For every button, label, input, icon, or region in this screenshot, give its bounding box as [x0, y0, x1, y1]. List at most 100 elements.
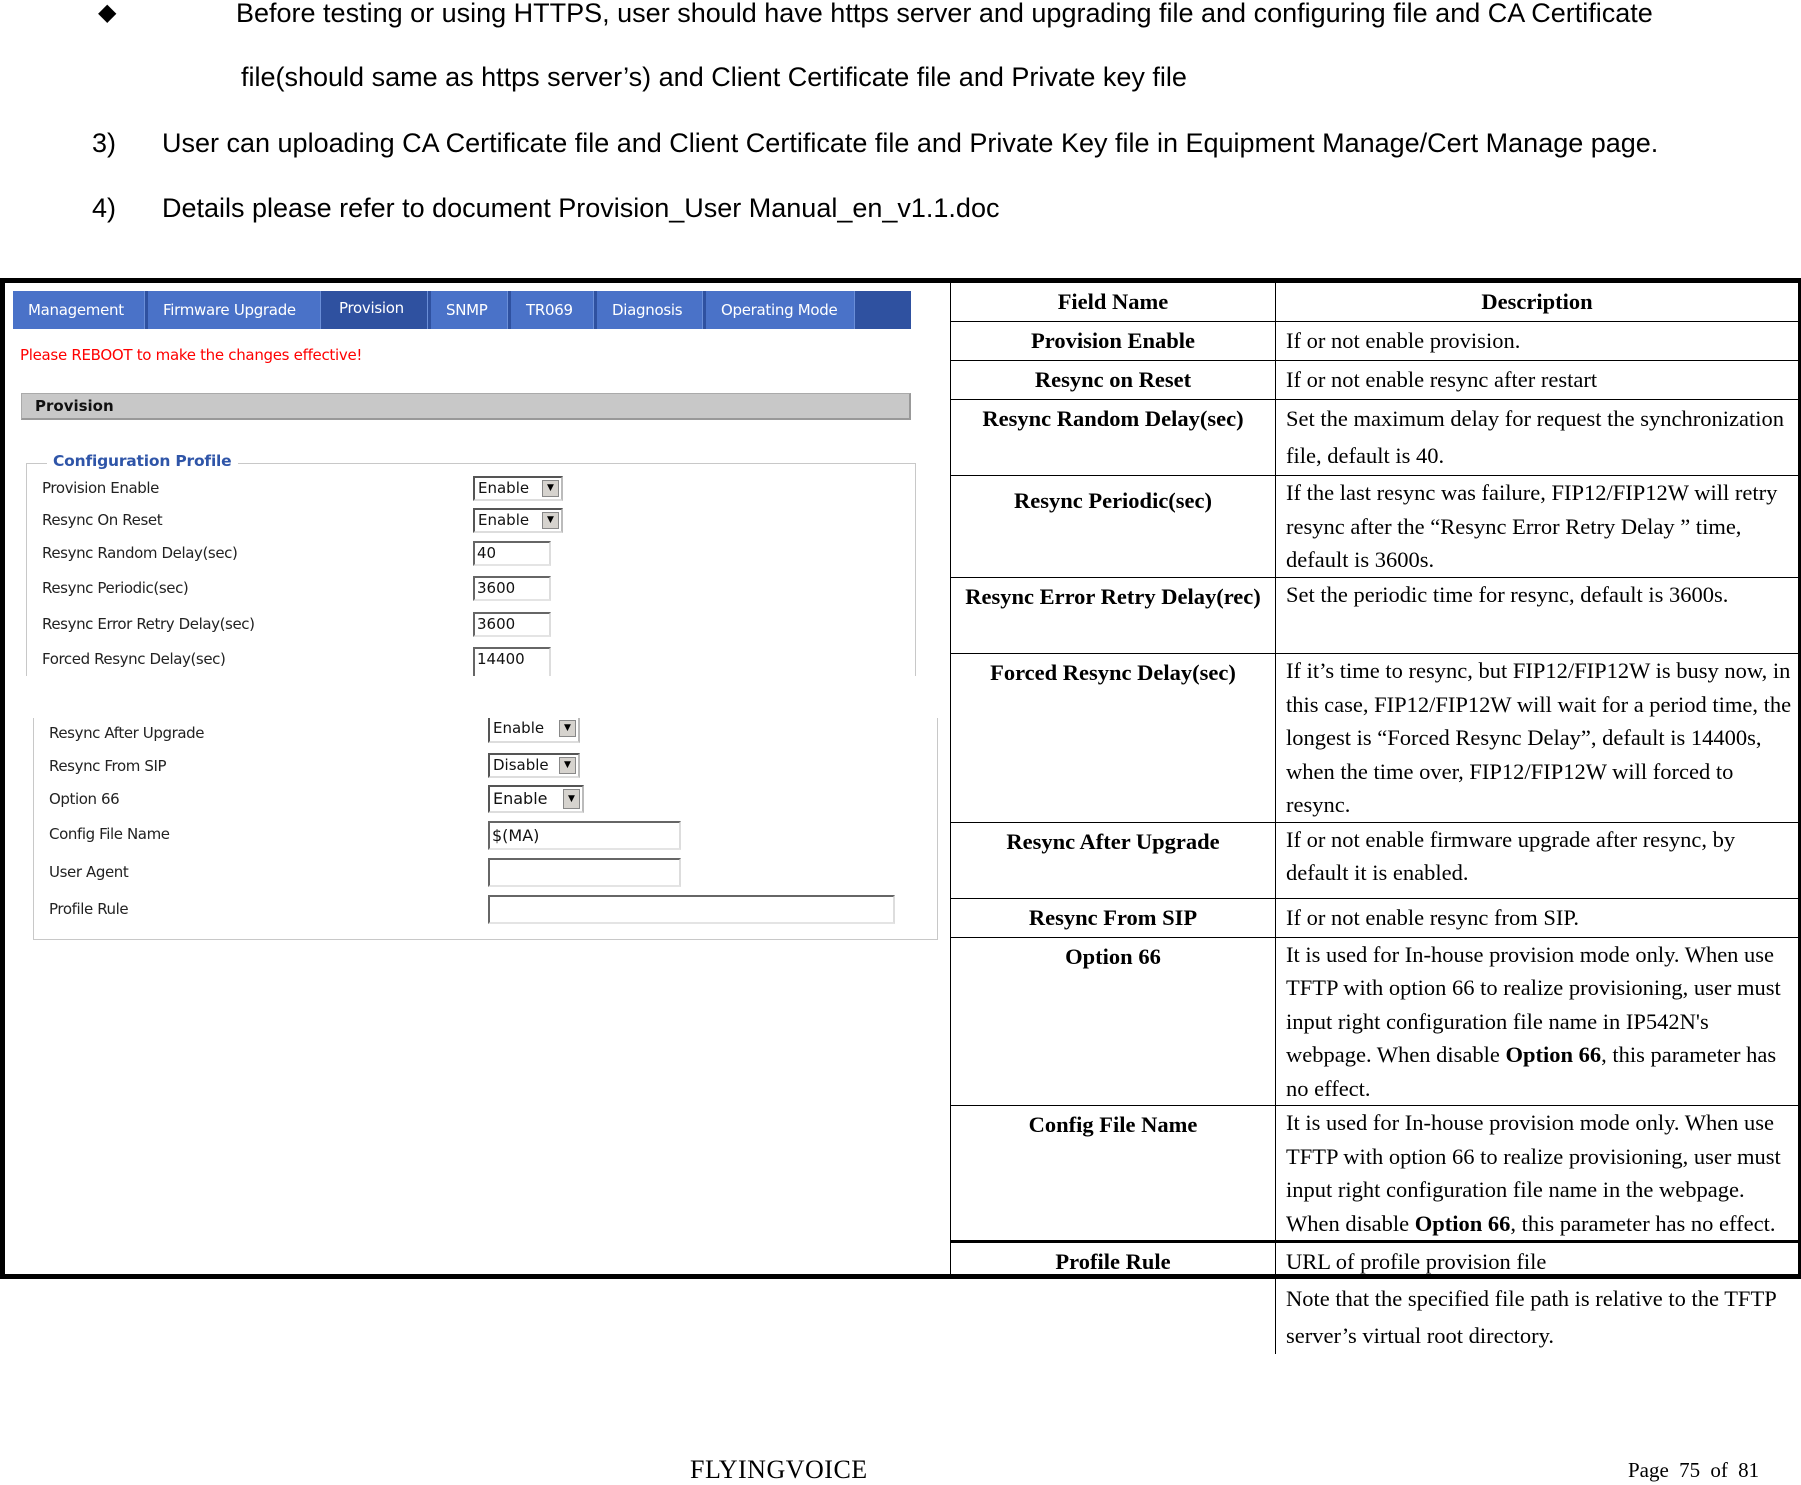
table-row: Profile Rule URL of profile provision fi…: [951, 1240, 1798, 1354]
field-name-cell: Resync Periodic(sec): [951, 475, 1276, 578]
field-name-cell: Provision Enable: [951, 321, 1276, 361]
field-description-table: Field Name Description Provision Enable …: [951, 283, 1798, 1354]
list-text: User can uploading CA Certificate file a…: [162, 128, 1659, 158]
select-value: Disable: [493, 756, 549, 774]
table-row: Provision Enable If or not enable provis…: [951, 321, 1798, 361]
select-value: Enable: [493, 719, 545, 737]
bullet-text-line1: Before testing or using HTTPS, user shou…: [236, 0, 1653, 28]
dropdown-arrow-icon[interactable]: ▼: [542, 512, 559, 529]
field-name-cell: Config File Name: [951, 1105, 1276, 1242]
field-label: Config File Name: [49, 825, 170, 843]
table-header-row: Field Name Description: [951, 283, 1798, 322]
tab-provision[interactable]: Provision: [324, 291, 428, 329]
field-label: Provision Enable: [42, 479, 159, 497]
select-value: Enable: [478, 479, 530, 497]
dropdown-arrow-icon[interactable]: ▼: [559, 720, 576, 737]
table-row: Option 66 It is used for In-house provis…: [951, 936, 1798, 1106]
resync-from-sip-select[interactable]: Disable ▼: [488, 753, 580, 778]
description-cell: URL of profile provision file Note that …: [1275, 1240, 1798, 1354]
description-cell: It is used for In-house provision mode o…: [1275, 1105, 1798, 1242]
table-row: Resync Periodic(sec) If the last resync …: [951, 475, 1798, 578]
tab-operating-mode[interactable]: Operating Mode: [706, 291, 855, 329]
field-label: Forced Resync Delay(sec): [42, 650, 226, 668]
page-label: Page: [1628, 1458, 1669, 1482]
profile-rule-input[interactable]: [488, 895, 895, 924]
list-text: Details please refer to document Provisi…: [162, 193, 1000, 223]
tab-firmware-upgrade[interactable]: Firmware Upgrade: [148, 291, 321, 329]
field-name-cell: Profile Rule: [951, 1240, 1276, 1354]
resync-periodic-input[interactable]: 3600: [473, 576, 551, 601]
field-label: Resync Random Delay(sec): [42, 544, 238, 562]
resync-error-retry-delay-input[interactable]: 3600: [473, 612, 551, 637]
provision-enable-select[interactable]: Enable ▼: [473, 476, 563, 501]
dropdown-arrow-icon[interactable]: ▼: [563, 789, 580, 809]
screenshot-cell: Management Firmware Upgrade Provision SN…: [5, 283, 951, 1274]
description-cell: If or not enable resync after restart: [1275, 360, 1798, 400]
page-number: Page 75 of 81: [1628, 1458, 1759, 1483]
configuration-profile-fieldset: Configuration Profile: [26, 452, 916, 676]
section-title: Provision: [21, 393, 911, 420]
description-cell: It is used for In-house provision mode o…: [1275, 936, 1798, 1106]
tab-snmp[interactable]: SNMP: [431, 291, 508, 329]
table-row: Resync Random Delay(sec) Set the maximum…: [951, 399, 1798, 476]
table-row: Resync After Upgrade If or not enable fi…: [951, 821, 1798, 899]
dropdown-arrow-icon[interactable]: ▼: [559, 757, 576, 774]
table-row: Forced Resync Delay(sec) If it’s time to…: [951, 653, 1798, 823]
field-label: Resync After Upgrade: [49, 724, 205, 742]
description-cell: If or not enable provision.: [1275, 321, 1798, 361]
field-label: User Agent: [49, 863, 129, 881]
dropdown-arrow-icon[interactable]: ▼: [542, 480, 559, 497]
description-bold: Option 66: [1505, 1042, 1602, 1067]
option-66-select[interactable]: Enable ▼: [488, 785, 584, 813]
web-ui-screenshot: Management Firmware Upgrade Provision SN…: [5, 283, 951, 1278]
field-label: Resync Periodic(sec): [42, 579, 189, 597]
column-header-description: Description: [1275, 283, 1798, 322]
select-value: Enable: [478, 511, 530, 529]
select-value: Enable: [493, 789, 548, 808]
field-name-cell: Resync on Reset: [951, 360, 1276, 400]
tab-tr069[interactable]: TR069: [511, 291, 594, 329]
bullet-text-line2: file(should same as https server’s) and …: [241, 62, 1187, 92]
bullet-line: ◆ Before testing or using HTTPS, user sh…: [0, 0, 1801, 28]
description-text: , this parameter has no effect.: [1510, 1210, 1776, 1236]
description-cell: If the last resync was failure, FIP12/FI…: [1275, 475, 1798, 578]
field-label: Resync From SIP: [49, 757, 167, 775]
description-cell: If or not enable resync from SIP.: [1275, 897, 1798, 938]
field-name-cell: Resync From SIP: [951, 897, 1276, 938]
description-line: Note that the specified file path is rel…: [1286, 1286, 1776, 1348]
reboot-notice: Please REBOOT to make the changes effect…: [20, 346, 363, 364]
fieldset-legend: Configuration Profile: [47, 452, 238, 470]
table-row: Resync Error Retry Delay(rec) Set the pe…: [951, 577, 1798, 654]
tab-management[interactable]: Management: [13, 291, 145, 329]
config-file-name-input[interactable]: $(MA): [488, 821, 681, 850]
table-row: Resync From SIP If or not enable resync …: [951, 897, 1798, 938]
tab-diagnosis[interactable]: Diagnosis: [597, 291, 703, 329]
field-label: Resync Error Retry Delay(sec): [42, 615, 255, 633]
field-name-cell: Option 66: [951, 936, 1276, 1106]
description-cell: If or not enable firmware upgrade after …: [1275, 821, 1798, 899]
resync-on-reset-select[interactable]: Enable ▼: [473, 508, 563, 533]
forced-resync-delay-input[interactable]: 14400: [473, 647, 551, 676]
field-name-cell: Resync Random Delay(sec): [951, 399, 1276, 476]
user-agent-input[interactable]: [488, 858, 681, 887]
page-current: 75: [1679, 1458, 1701, 1482]
description-line: URL of profile provision file: [1286, 1249, 1547, 1274]
table-row: Resync on Reset If or not enable resync …: [951, 360, 1798, 400]
list-number: 4): [92, 193, 117, 223]
field-name-cell: Resync After Upgrade: [951, 821, 1276, 899]
page-total: 81: [1738, 1458, 1760, 1482]
field-name-cell: Forced Resync Delay(sec): [951, 653, 1276, 823]
field-name-cell: Resync Error Retry Delay(rec): [951, 577, 1276, 654]
description-bold: Option 66: [1414, 1210, 1511, 1236]
list-number: 3): [92, 128, 117, 158]
field-label: Resync On Reset: [42, 511, 163, 529]
description-cell: Set the maximum delay for request the sy…: [1275, 399, 1798, 476]
column-header-field-name: Field Name: [951, 283, 1276, 322]
resync-random-delay-input[interactable]: 40: [473, 541, 551, 566]
field-label: Profile Rule: [49, 900, 129, 918]
footer-brand: FLYINGVOICE: [690, 1455, 868, 1484]
page-of: of: [1710, 1458, 1728, 1482]
resync-after-upgrade-select[interactable]: Enable ▼: [488, 718, 580, 743]
diamond-bullet-icon: ◆: [98, 0, 117, 26]
description-cell: Set the periodic time for resync, defaul…: [1275, 577, 1798, 654]
